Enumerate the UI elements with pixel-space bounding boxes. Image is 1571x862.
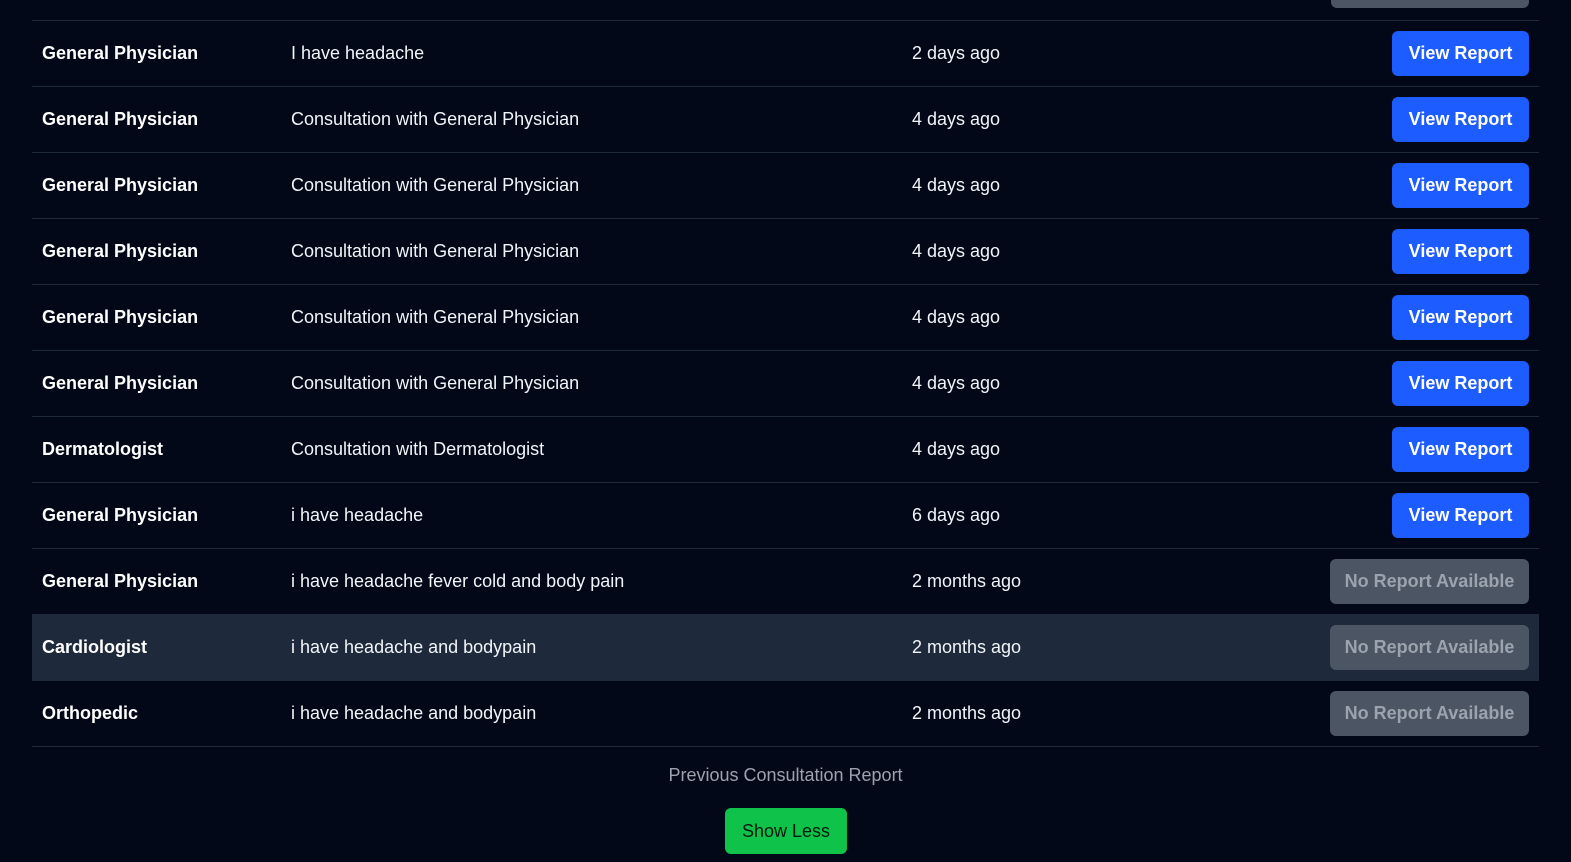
action-cell: No Report Available <box>1312 625 1539 670</box>
view-report-button[interactable]: View Report <box>1392 361 1529 406</box>
no-report-button: No Report Available <box>1330 559 1529 604</box>
consultation-time: 4 days ago <box>912 307 1001 327</box>
consultation-reason: Consultation with Dermatologist <box>291 439 545 459</box>
table-row: General Physician Consultation with Gener… <box>32 87 1539 153</box>
table-row: Cardiologist i have headache and bodypain… <box>32 615 1539 681</box>
table-row: General Physician i have headache fever c… <box>32 549 1539 615</box>
consultation-reason: i have headache <box>291 505 424 525</box>
consultation-reason: Consultation with General Physician <box>291 241 580 261</box>
consultation-reason: i have headache and bodypain <box>291 637 537 657</box>
action-cell: View Report <box>1312 229 1539 274</box>
action-cell: View Report <box>1312 493 1539 538</box>
consultation-reason: i have headache and bodypain <box>291 703 537 723</box>
action-cell: View Report <box>1312 163 1539 208</box>
no-report-button: No Report Available <box>1330 691 1529 736</box>
specialist-name: General Physician <box>42 109 199 129</box>
specialist-name: Cardiologist <box>42 637 148 657</box>
previous-consultation-caption: Previous Consultation Report <box>668 765 903 785</box>
table-row: General Physician I have headache 2 days a… <box>32 21 1539 87</box>
consultation-time: 4 days ago <box>912 175 1001 195</box>
view-report-button[interactable]: View Report <box>1392 97 1529 142</box>
consultation-table: General Physician I have headache 2 days a… <box>32 0 1539 747</box>
consultation-history-page: General Physician I have headache 2 days a… <box>0 0 1571 862</box>
specialist-name: General Physician <box>42 175 199 195</box>
table-row: General Physician Consultation with Gener… <box>32 351 1539 417</box>
consultation-time: 2 days ago <box>912 43 1001 63</box>
action-cell: View Report <box>1312 31 1539 76</box>
consultation-rows: General Physician I have headache 2 days a… <box>32 21 1539 747</box>
consultation-time: 4 days ago <box>912 109 1001 129</box>
view-report-button[interactable]: View Report <box>1392 295 1529 340</box>
specialist-name: General Physician <box>42 373 199 393</box>
view-report-button[interactable]: View Report <box>1392 229 1529 274</box>
table-row: General Physician i have headache 6 days a… <box>32 483 1539 549</box>
no-report-button: No Report Available <box>1330 625 1529 670</box>
consultation-time: 2 months ago <box>912 571 1022 591</box>
specialist-name: General Physician <box>42 571 199 591</box>
partial-report-button[interactable] <box>1331 0 1529 8</box>
table-row: Orthopedic i have headache and bodypain 2 … <box>32 681 1539 747</box>
action-cell: No Report Available <box>1312 559 1539 604</box>
show-less-button[interactable]: Show Less <box>725 808 847 854</box>
specialist-name: General Physician <box>42 43 199 63</box>
consultation-time: 6 days ago <box>912 505 1001 525</box>
table-row: General Physician Consultation with Gener… <box>32 219 1539 285</box>
action-cell: View Report <box>1312 361 1539 406</box>
view-report-button[interactable]: View Report <box>1392 31 1529 76</box>
table-row: General Physician Consultation with Gener… <box>32 285 1539 351</box>
consultation-reason: Consultation with General Physician <box>291 373 580 393</box>
consultation-time: 4 days ago <box>912 439 1001 459</box>
consultation-reason: i have headache fever cold and body pain <box>291 571 625 591</box>
specialist-name: General Physician <box>42 505 199 525</box>
consultation-reason: Consultation with General Physician <box>291 307 580 327</box>
action-cell: View Report <box>1312 427 1539 472</box>
view-report-button[interactable]: View Report <box>1392 427 1529 472</box>
consultation-time: 2 months ago <box>912 637 1022 657</box>
consultation-reason: Consultation with General Physician <box>291 109 580 129</box>
consultation-time: 4 days ago <box>912 373 1001 393</box>
specialist-name: Dermatologist <box>42 439 164 459</box>
action-cell: View Report <box>1312 295 1539 340</box>
action-cell: No Report Available <box>1312 691 1539 736</box>
specialist-name: Orthopedic <box>42 703 139 723</box>
consultation-time: 2 months ago <box>912 703 1022 723</box>
table-row: Dermatologist Consultation with Dermatolo… <box>32 417 1539 483</box>
partial-table-row <box>32 0 1539 21</box>
consultation-reason: I have headache <box>291 43 425 63</box>
table-row: General Physician Consultation with Gener… <box>32 153 1539 219</box>
action-cell: View Report <box>1312 97 1539 142</box>
specialist-name: General Physician <box>42 307 199 327</box>
specialist-name: General Physician <box>42 241 199 261</box>
view-report-button[interactable]: View Report <box>1392 493 1529 538</box>
view-report-button[interactable]: View Report <box>1392 163 1529 208</box>
consultation-time: 4 days ago <box>912 241 1001 261</box>
consultation-reason: Consultation with General Physician <box>291 175 580 195</box>
